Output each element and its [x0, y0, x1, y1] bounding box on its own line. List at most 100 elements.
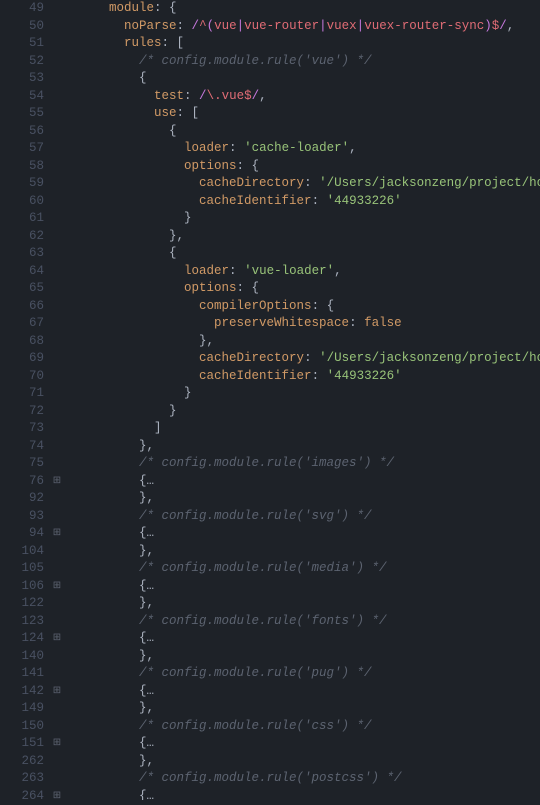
code-line[interactable]: },: [64, 595, 540, 613]
token-c: /* config.module.rule('fonts') */: [139, 614, 387, 628]
token-rk: /: [499, 19, 507, 33]
code-line[interactable]: noParse: /^(vue|vue-router|vuex|vuex-rou…: [64, 18, 540, 36]
code-line[interactable]: /* config.module.rule('images') */: [64, 455, 540, 473]
code-line[interactable]: cacheIdentifier: '44933226': [64, 193, 540, 211]
fold-expand-icon[interactable]: ⊞: [50, 578, 64, 596]
code-editor[interactable]: 4950515253545556575859606162636465666768…: [0, 0, 540, 800]
fold-expand-icon[interactable]: ⊞: [50, 630, 64, 648]
code-line[interactable]: {…: [64, 788, 540, 801]
code-line[interactable]: /* config.module.rule('css') */: [64, 718, 540, 736]
code-line[interactable]: cacheDirectory: '/Users/jacksonzeng/proj…: [64, 175, 540, 193]
code-line[interactable]: },: [64, 438, 540, 456]
code-line[interactable]: {…: [64, 630, 540, 648]
code-line[interactable]: loader: 'cache-loader',: [64, 140, 540, 158]
code-area[interactable]: module: { noParse: /^(vue|vue-router|vue…: [64, 0, 540, 800]
fold-slot: [50, 298, 64, 316]
line-number: 59: [0, 175, 44, 193]
token-p: :: [184, 89, 199, 103]
code-line[interactable]: cacheIdentifier: '44933226': [64, 368, 540, 386]
fold-slot: [50, 18, 64, 36]
token-k: preserveWhitespace: [214, 316, 349, 330]
code-line[interactable]: cacheDirectory: '/Users/jacksonzeng/proj…: [64, 350, 540, 368]
token-p: },: [64, 596, 154, 610]
line-number: 105: [0, 560, 44, 578]
code-line[interactable]: /* config.module.rule('vue') */: [64, 53, 540, 71]
line-number: 93: [0, 508, 44, 526]
code-line[interactable]: loader: 'vue-loader',: [64, 263, 540, 281]
line-number: 54: [0, 88, 44, 106]
code-line[interactable]: /* config.module.rule('pug') */: [64, 665, 540, 683]
token-p: [64, 351, 199, 365]
token-p: },: [64, 754, 154, 768]
fold-slot: [50, 613, 64, 631]
code-line[interactable]: },: [64, 490, 540, 508]
fold-expand-icon[interactable]: ⊞: [50, 683, 64, 701]
code-line[interactable]: /* config.module.rule('media') */: [64, 560, 540, 578]
fold-slot: [50, 105, 64, 123]
fold-slot: [50, 403, 64, 421]
code-line[interactable]: /* config.module.rule('svg') */: [64, 508, 540, 526]
fold-slot: [50, 368, 64, 386]
token-p: {: [64, 579, 147, 593]
code-line[interactable]: module: {: [64, 0, 540, 18]
code-line[interactable]: },: [64, 648, 540, 666]
code-line[interactable]: {…: [64, 473, 540, 491]
token-p: {: [64, 736, 147, 750]
token-c: /* config.module.rule('vue') */: [139, 54, 372, 68]
fold-expand-icon[interactable]: ⊞: [50, 525, 64, 543]
line-number: 74: [0, 438, 44, 456]
token-k: use: [154, 106, 177, 120]
fold-gutter[interactable]: ⊞⊞⊞⊞⊞⊞⊞: [50, 0, 64, 800]
token-fold-dots: …: [147, 474, 155, 488]
fold-slot: [50, 420, 64, 438]
code-line[interactable]: {: [64, 70, 540, 88]
code-line[interactable]: options: {: [64, 280, 540, 298]
fold-expand-icon[interactable]: ⊞: [50, 735, 64, 753]
code-line[interactable]: /* config.module.rule('fonts') */: [64, 613, 540, 631]
fold-slot: [50, 280, 64, 298]
token-p: : [: [162, 36, 185, 50]
code-line[interactable]: {…: [64, 578, 540, 596]
code-line[interactable]: },: [64, 333, 540, 351]
fold-expand-icon[interactable]: ⊞: [50, 473, 64, 491]
token-p: [64, 666, 139, 680]
line-number: 64: [0, 263, 44, 281]
code-line[interactable]: {: [64, 123, 540, 141]
code-line[interactable]: },: [64, 543, 540, 561]
token-k: cacheDirectory: [199, 351, 304, 365]
code-line[interactable]: },: [64, 753, 540, 771]
code-line[interactable]: use: [: [64, 105, 540, 123]
code-line[interactable]: test: /\.vue$/,: [64, 88, 540, 106]
code-line[interactable]: rules: [: [64, 35, 540, 53]
token-rx: vuex-router-sync: [364, 19, 484, 33]
token-rx: ^: [199, 19, 207, 33]
token-p: },: [64, 649, 154, 663]
fold-slot: [50, 193, 64, 211]
code-line[interactable]: {…: [64, 735, 540, 753]
code-line[interactable]: preserveWhitespace: false: [64, 315, 540, 333]
code-line[interactable]: },: [64, 700, 540, 718]
token-rk: |: [237, 19, 245, 33]
fold-slot: [50, 455, 64, 473]
code-line[interactable]: }: [64, 385, 540, 403]
token-p: :: [177, 19, 192, 33]
code-line[interactable]: options: {: [64, 158, 540, 176]
token-p: ]: [64, 421, 162, 435]
code-line[interactable]: /* config.module.rule('postcss') */: [64, 770, 540, 788]
code-line[interactable]: compilerOptions: {: [64, 298, 540, 316]
code-line[interactable]: },: [64, 228, 540, 246]
line-number: 58: [0, 158, 44, 176]
line-number: 63: [0, 245, 44, 263]
token-rx: vue: [222, 89, 245, 103]
line-number: 65: [0, 280, 44, 298]
token-k: noParse: [124, 19, 177, 33]
code-line[interactable]: {…: [64, 683, 540, 701]
line-number: 122: [0, 595, 44, 613]
line-number: 140: [0, 648, 44, 666]
code-line[interactable]: }: [64, 210, 540, 228]
fold-expand-icon[interactable]: ⊞: [50, 788, 64, 805]
code-line[interactable]: {: [64, 245, 540, 263]
code-line[interactable]: ]: [64, 420, 540, 438]
code-line[interactable]: }: [64, 403, 540, 421]
code-line[interactable]: {…: [64, 525, 540, 543]
